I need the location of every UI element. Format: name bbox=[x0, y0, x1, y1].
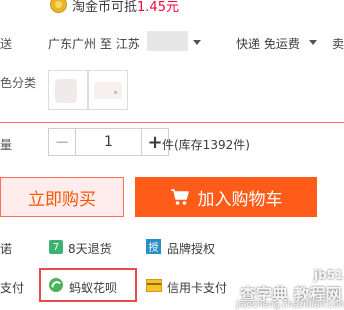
buy-now-label: 立即购买 bbox=[28, 189, 96, 210]
shipping-from: 广东广州 bbox=[48, 37, 97, 51]
shipping-fee: 免运费 bbox=[263, 37, 300, 51]
watermark-line-3: jiaocheng.chazidian.com bbox=[236, 300, 344, 310]
color-option-2[interactable] bbox=[88, 70, 128, 110]
brand-auth-text[interactable]: 品牌授权 bbox=[167, 240, 215, 257]
destination-chevron-down-icon[interactable] bbox=[193, 40, 201, 45]
rebate-amount: 1.45元 bbox=[137, 0, 179, 15]
add-to-cart-button[interactable]: 加入购物车 bbox=[135, 177, 317, 217]
return-policy-text[interactable]: 8天退货 bbox=[68, 240, 112, 257]
credit-card-icon bbox=[146, 279, 162, 292]
shipping-method-text: 快递 bbox=[236, 37, 261, 51]
shopping-cart-icon bbox=[170, 189, 189, 205]
quantity-minus-button[interactable]: − bbox=[48, 128, 76, 156]
shipping-label: 送 bbox=[0, 37, 13, 51]
shipping-destination[interactable]: 江苏 bbox=[116, 37, 140, 51]
highlight-divider bbox=[0, 122, 344, 123]
shipping-method: 快递 免运费 bbox=[236, 35, 300, 52]
product-thumbnail-image bbox=[94, 82, 122, 99]
thumbnail-detail bbox=[114, 91, 117, 94]
shipping-to-word: 至 bbox=[99, 37, 112, 51]
watermark-line-1: jb51 bbox=[314, 268, 344, 282]
taojinbi-coin-icon bbox=[50, 0, 67, 13]
payment-label: 支付 bbox=[0, 281, 25, 295]
huabei-logo-icon bbox=[49, 278, 63, 292]
color-option-1[interactable] bbox=[48, 70, 88, 110]
add-to-cart-label: 加入购物车 bbox=[197, 189, 283, 210]
return-7day-icon: 7 bbox=[49, 240, 63, 254]
rebate-prefix: 淘金币可抵 bbox=[72, 0, 138, 15]
quantity-input[interactable]: 1 bbox=[76, 128, 141, 156]
destination-dropdown[interactable] bbox=[147, 31, 188, 51]
stock-text: 件(库存1392件) bbox=[162, 138, 250, 152]
buy-now-button[interactable]: 立即购买 bbox=[0, 177, 124, 217]
color-category-label: 色分类 bbox=[0, 76, 37, 90]
promise-label: 诺 bbox=[0, 242, 13, 256]
rebate-text: 淘金币可抵1.45元 bbox=[72, 0, 179, 15]
shipping-chevron-down-icon[interactable] bbox=[309, 40, 317, 45]
huabei-text: 蚂蚁花呗 bbox=[69, 281, 118, 295]
credit-card-text[interactable]: 信用卡支付 bbox=[167, 279, 227, 296]
shipping-right-text: 卖 bbox=[332, 37, 344, 51]
authorized-icon: 授 bbox=[146, 239, 161, 254]
product-thumbnail-image bbox=[55, 79, 77, 103]
shipping-origin: 广东广州 至 江苏 bbox=[48, 35, 140, 52]
quantity-label: 量 bbox=[0, 138, 13, 152]
quantity-stepper[interactable]: − 1 + bbox=[48, 128, 169, 156]
